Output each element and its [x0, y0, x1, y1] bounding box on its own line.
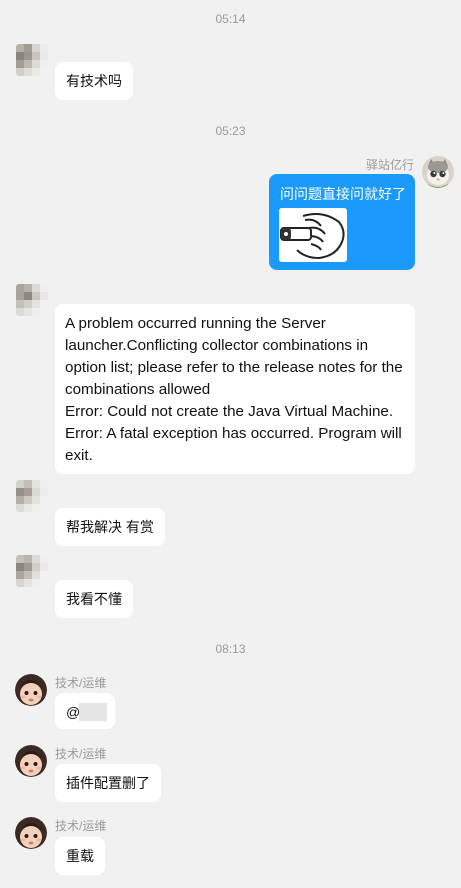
- sender-name: 驿站亿行: [365, 158, 414, 172]
- baby-avatar-icon: [15, 674, 47, 706]
- sender-name: 技术/运维: [55, 819, 107, 833]
- message-bubble[interactable]: 有技术吗: [55, 62, 133, 100]
- message-bubble[interactable]: 帮我解决 有赏: [55, 508, 165, 546]
- sender-name: 技术/运维: [55, 676, 107, 690]
- outgoing-message-bubble[interactable]: 问问题直接问就好了: [269, 174, 415, 270]
- timestamp: 08:13: [215, 642, 246, 656]
- avatar-blurred[interactable]: [16, 480, 48, 512]
- message-bubble[interactable]: 重载: [55, 837, 105, 875]
- message-bubble[interactable]: @: [55, 693, 115, 729]
- timestamp: 05:23: [215, 124, 246, 138]
- user-avatar[interactable]: [422, 156, 454, 188]
- baby-avatar-icon: [15, 745, 47, 777]
- blurred-mention-name: [79, 703, 107, 721]
- baby-avatar-icon: [15, 817, 47, 849]
- message-bubble[interactable]: 我看不懂: [55, 580, 133, 618]
- cat-avatar-icon: [422, 156, 454, 188]
- avatar-blurred[interactable]: [16, 284, 48, 316]
- tech-support-avatar[interactable]: [15, 674, 47, 706]
- sticker-image[interactable]: [279, 208, 347, 262]
- hand-holding-sticker-icon: [280, 213, 345, 260]
- tech-support-avatar[interactable]: [15, 745, 47, 777]
- avatar-blurred[interactable]: [16, 44, 48, 76]
- message-bubble[interactable]: 插件配置删了: [55, 764, 161, 802]
- message-bubble[interactable]: A problem occurred running the Server la…: [55, 304, 415, 474]
- timestamp: 05:14: [215, 12, 246, 26]
- sender-name: 技术/运维: [55, 747, 107, 761]
- tech-support-avatar[interactable]: [15, 817, 47, 849]
- avatar-blurred[interactable]: [16, 555, 48, 587]
- message-text: 问问题直接问就好了: [280, 186, 406, 202]
